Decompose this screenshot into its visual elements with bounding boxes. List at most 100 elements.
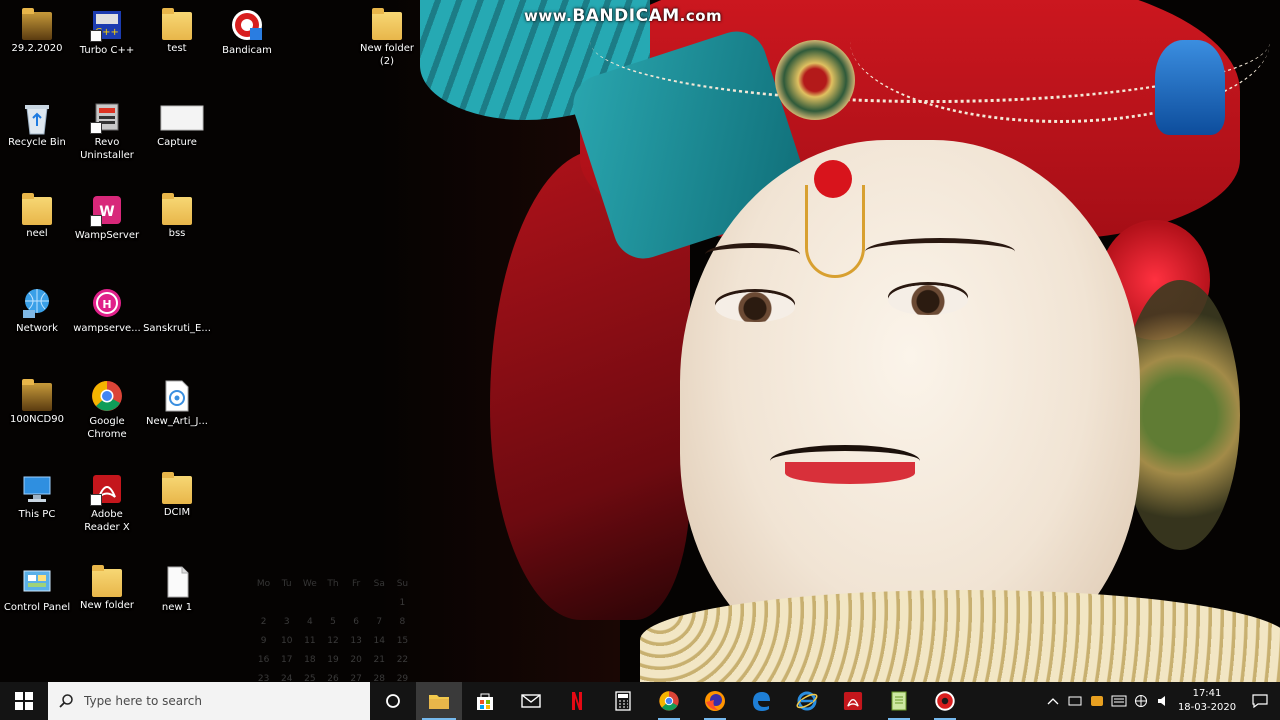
- taskbar-internet-explorer-button[interactable]: [784, 682, 830, 720]
- calendar-weekday: Mo: [256, 579, 271, 589]
- desktop-icon-29-2-2020[interactable]: 29.2.2020: [2, 8, 72, 55]
- desktop-icon-wampserver-shortcut[interactable]: H wampserve...: [72, 286, 142, 335]
- wampserver-shortcut-icon: H: [90, 286, 124, 320]
- desktop-icon-recycle-bin[interactable]: Recycle Bin: [2, 100, 72, 149]
- desktop-icon-dcim[interactable]: DCIM: [142, 472, 212, 519]
- mail-icon: [521, 693, 541, 709]
- desktop-icon-turbo-cpp[interactable]: C++ Turbo C++: [72, 8, 142, 57]
- calendar-weekday: We: [302, 579, 317, 589]
- desktop-icon-new-folder-2[interactable]: New folder (2): [352, 8, 422, 68]
- taskbar-notepad-plus-button[interactable]: [876, 682, 922, 720]
- desktop-icon-network[interactable]: Network: [2, 286, 72, 335]
- calendar-day[interactable]: 29: [391, 670, 414, 682]
- start-button[interactable]: [0, 682, 48, 720]
- taskbar-chrome-button[interactable]: [646, 682, 692, 720]
- calendar-day[interactable]: 18: [298, 651, 321, 670]
- tray-keyboard-icon[interactable]: [1108, 682, 1130, 720]
- calendar-day[interactable]: 3: [275, 613, 298, 632]
- folder-icon: [372, 8, 402, 40]
- calendar-day[interactable]: 8: [391, 613, 414, 632]
- tray-network-icon[interactable]: [1130, 682, 1152, 720]
- image-file-icon: [160, 100, 204, 134]
- desktop-icon-revo-uninstaller[interactable]: Revo Uninstaller: [72, 100, 142, 162]
- icon-label: Sanskruti_E...: [143, 323, 211, 334]
- calendar-day[interactable]: 26: [321, 670, 344, 682]
- calendar-day[interactable]: 27: [345, 670, 368, 682]
- taskbar-adobe-reader-button[interactable]: [830, 682, 876, 720]
- calendar-day: [345, 594, 368, 613]
- calendar-day[interactable]: 20: [345, 651, 368, 670]
- calendar-day[interactable]: 7: [368, 613, 391, 632]
- desktop-icon-bss[interactable]: bss: [142, 193, 212, 240]
- desktop-icon-wampserver[interactable]: W WampServer: [72, 193, 142, 242]
- search-box[interactable]: [48, 682, 370, 720]
- file-icon: [160, 286, 194, 320]
- calendar-day[interactable]: 4: [298, 613, 321, 632]
- calendar-day[interactable]: 13: [345, 632, 368, 651]
- calendar-day[interactable]: 25: [298, 670, 321, 682]
- icon-label: wampserve...: [73, 323, 141, 334]
- chrome-icon: [658, 690, 680, 712]
- tray-chevron-up-icon[interactable]: [1042, 682, 1064, 720]
- calendar-day[interactable]: 12: [321, 632, 344, 651]
- calendar-weekday: Th: [327, 579, 339, 589]
- calendar-day[interactable]: 14: [368, 632, 391, 651]
- calendar-day: [321, 594, 344, 613]
- desktop-icon-new-arti[interactable]: New_Arti_J...: [142, 379, 212, 428]
- search-icon: [59, 694, 73, 708]
- netflix-icon: [570, 691, 584, 711]
- taskbar-calculator-button[interactable]: [600, 682, 646, 720]
- icon-label: new 1: [161, 602, 193, 613]
- task-view-button[interactable]: [370, 682, 416, 720]
- calendar-day[interactable]: 19: [321, 651, 344, 670]
- desktop-icon-new-1[interactable]: new 1: [142, 565, 212, 614]
- clock[interactable]: 17:41 18-03-2020: [1174, 687, 1240, 715]
- store-icon: [475, 691, 495, 711]
- calendar-day[interactable]: 24: [275, 670, 298, 682]
- desktop-icon-sanskruti[interactable]: Sanskruti_E...: [142, 286, 212, 335]
- action-center-button[interactable]: [1240, 682, 1280, 720]
- desktop[interactable]: www.BANDICAM.com 29.2.2020 Recycle Bin n…: [0, 0, 1280, 682]
- tray-volume-icon[interactable]: [1152, 682, 1174, 720]
- desktop-icon-this-pc[interactable]: This PC: [2, 472, 72, 521]
- search-input[interactable]: [82, 693, 366, 709]
- calendar-day[interactable]: 1: [391, 594, 414, 613]
- calendar-day[interactable]: 23: [252, 670, 275, 682]
- calendar-day[interactable]: 11: [298, 632, 321, 651]
- chrome-icon: [90, 379, 124, 413]
- taskbar-mail-button[interactable]: [508, 682, 554, 720]
- desktop-icon-control-panel[interactable]: Control Panel: [2, 565, 72, 614]
- calendar-day[interactable]: 2: [252, 613, 275, 632]
- calendar-weekday: Su: [396, 579, 409, 589]
- calendar-day[interactable]: 15: [391, 632, 414, 651]
- taskbar-bandicam-button[interactable]: [922, 682, 968, 720]
- desktop-icon-test[interactable]: test: [142, 8, 212, 55]
- desktop-icon-google-chrome[interactable]: Google Chrome: [72, 379, 142, 441]
- calendar-weekday: Tu: [281, 579, 292, 589]
- calendar-day[interactable]: 22: [391, 651, 414, 670]
- calendar-day[interactable]: 9: [252, 632, 275, 651]
- notepad-plus-icon: [889, 690, 909, 712]
- calendar-day[interactable]: 17: [275, 651, 298, 670]
- taskbar-file-explorer-button[interactable]: [416, 682, 462, 720]
- desktop-icon-new-folder[interactable]: New folder: [72, 565, 142, 612]
- calendar-day[interactable]: 28: [368, 670, 391, 682]
- taskbar-microsoft-store-button[interactable]: [462, 682, 508, 720]
- desktop-icon-neel[interactable]: neel: [2, 193, 72, 240]
- desktop-icon-100ncd90[interactable]: 100NCD90: [2, 379, 72, 426]
- desktop-icon-capture[interactable]: Capture: [142, 100, 212, 149]
- calendar-week-row: 9 10 11 12 13 14 15: [252, 632, 414, 651]
- calendar-day[interactable]: 10: [275, 632, 298, 651]
- desktop-icon-adobe-reader[interactable]: Adobe Reader X: [72, 472, 142, 534]
- calendar-day[interactable]: 5: [321, 613, 344, 632]
- tray-orange-app-icon[interactable]: [1086, 682, 1108, 720]
- calendar-day[interactable]: 21: [368, 651, 391, 670]
- calendar-day[interactable]: 16: [252, 651, 275, 670]
- tray-device-icon[interactable]: [1064, 682, 1086, 720]
- desktop-icon-bandicam[interactable]: Bandicam: [212, 8, 282, 57]
- this-pc-icon: [20, 472, 54, 506]
- calendar-day[interactable]: 6: [345, 613, 368, 632]
- taskbar-netflix-button[interactable]: [554, 682, 600, 720]
- taskbar-edge-button[interactable]: [738, 682, 784, 720]
- taskbar-firefox-button[interactable]: [692, 682, 738, 720]
